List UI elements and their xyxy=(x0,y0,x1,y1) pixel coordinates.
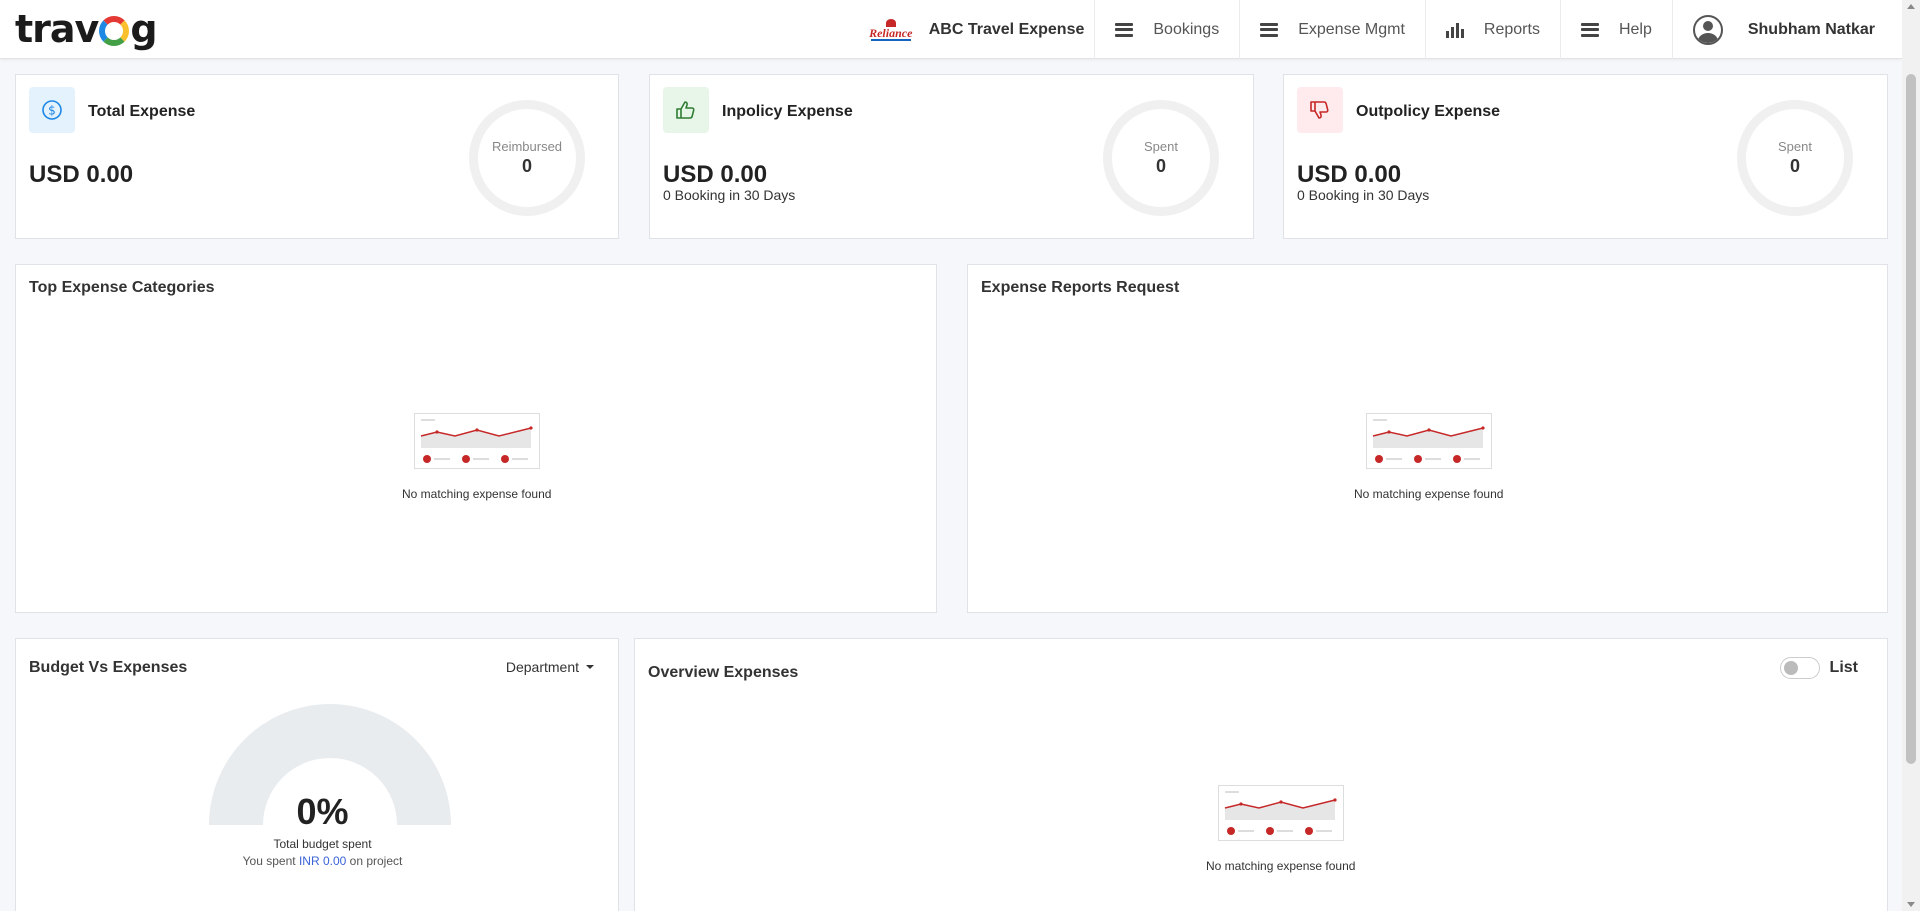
user-name: Shubham Natkar xyxy=(1747,20,1875,38)
empty-message: No matching expense found xyxy=(1206,859,1356,873)
top-expense-categories-panel: Top Expense Categories No matching expen… xyxy=(15,264,937,613)
budget-percent: 0% xyxy=(296,791,349,832)
menu-icon xyxy=(1260,22,1279,37)
svg-text:$: $ xyxy=(48,104,56,118)
user-avatar-icon xyxy=(1692,14,1723,45)
ring-label: Reimbursed xyxy=(491,139,563,154)
empty-state: No matching expense found xyxy=(402,413,551,501)
empty-chart-illustration xyxy=(1217,785,1344,841)
user-menu[interactable]: Shubham Natkar xyxy=(1671,0,1902,59)
thumbs-up-icon xyxy=(663,87,709,133)
empty-state: No matching expense found xyxy=(1354,413,1503,501)
stat-title: Outpolicy Expense xyxy=(1356,103,1501,120)
stat-subtext: 0 Booking in 30 Days xyxy=(1297,187,1430,203)
scroll-up-arrow-icon[interactable] xyxy=(1907,4,1915,9)
scroll-down-arrow-icon[interactable] xyxy=(1907,902,1915,907)
panel-title: Overview Expenses xyxy=(648,664,799,681)
stat-title: Total Expense xyxy=(88,103,196,120)
top-header: trav g Reliance ABC Travel Expense Bookin… xyxy=(0,0,1902,59)
empty-message: No matching expense found xyxy=(1354,487,1504,501)
toggle-label: List xyxy=(1829,659,1858,676)
stat-amount: USD 0.00 xyxy=(663,161,768,188)
nav-reports-label: Reports xyxy=(1483,20,1540,38)
department-dropdown-label: Department xyxy=(505,659,579,675)
nav-help[interactable]: Help xyxy=(1559,0,1672,59)
nav-reports[interactable]: Reports xyxy=(1424,0,1560,59)
ring-label: Spent xyxy=(1144,139,1178,154)
page-scrollbar[interactable] xyxy=(1902,0,1920,911)
scrollbar-thumb[interactable] xyxy=(1906,74,1916,764)
panel-title: Budget Vs Expenses xyxy=(29,659,188,676)
travog-logo[interactable]: trav g xyxy=(15,6,158,52)
nav-bookings-label: Bookings xyxy=(1153,20,1220,38)
company-logo: Reliance xyxy=(869,18,913,42)
ring-value: 0 xyxy=(1789,156,1800,176)
overview-expenses-panel: Overview Expenses List No matching expen… xyxy=(634,638,1888,911)
stat-amount: USD 0.00 xyxy=(1297,161,1402,188)
company-selector[interactable]: Reliance ABC Travel Expense xyxy=(869,0,1095,59)
ring-label: Spent xyxy=(1778,139,1812,154)
logo-ring-icon xyxy=(99,16,130,46)
stat-amount: USD 0.00 xyxy=(29,161,134,188)
inpolicy-expense-card: Inpolicy Expense USD 0.00 0 Booking in 3… xyxy=(649,74,1254,239)
nav-expense-mgmt-label: Expense Mgmt xyxy=(1298,20,1405,38)
spent-prefix: You spent xyxy=(242,854,296,868)
ring-value: 0 xyxy=(1155,156,1166,176)
spent-suffix: on project xyxy=(349,854,403,868)
bar-chart-icon xyxy=(1445,22,1464,38)
company-name: ABC Travel Expense xyxy=(928,20,1085,38)
panel-title: Top Expense Categories xyxy=(29,279,215,296)
reimbursed-ring: Reimbursed 0 xyxy=(469,100,585,216)
menu-icon xyxy=(1580,22,1599,37)
budget-vs-expenses-panel: Budget Vs Expenses Department 0% Total b… xyxy=(15,638,619,911)
department-dropdown[interactable]: Department xyxy=(506,659,594,675)
outpolicy-expense-card: Outpolicy Expense USD 0.00 0 Booking in … xyxy=(1283,74,1888,239)
thumbs-down-icon xyxy=(1297,87,1343,133)
logo-text-end: g xyxy=(130,7,157,51)
company-logo-text: Reliance xyxy=(869,25,913,40)
main-nav: Reliance ABC Travel Expense Bookings Exp… xyxy=(869,0,1902,59)
spent-ring: Spent 0 xyxy=(1103,100,1219,216)
logo-text-start: trav xyxy=(15,7,99,51)
dollar-icon: $ xyxy=(29,87,75,133)
budget-label: Total budget spent xyxy=(273,837,372,851)
ring-value: 0 xyxy=(521,156,532,176)
list-toggle[interactable]: List xyxy=(1779,657,1858,679)
nav-bookings[interactable]: Bookings xyxy=(1094,0,1239,59)
spent-ring: Spent 0 xyxy=(1737,100,1853,216)
menu-icon xyxy=(1115,22,1134,37)
empty-state: No matching expense found xyxy=(1206,785,1355,873)
empty-message: No matching expense found xyxy=(402,487,552,501)
empty-chart-illustration xyxy=(413,413,540,469)
budget-spent-text: You spent INR 0.00 on project xyxy=(16,854,629,868)
caret-down-icon xyxy=(586,665,594,669)
expense-reports-request-panel: Expense Reports Request No matching expe… xyxy=(967,264,1888,613)
toggle-switch[interactable] xyxy=(1779,657,1820,679)
stat-title: Inpolicy Expense xyxy=(722,103,853,120)
nav-expense-mgmt[interactable]: Expense Mgmt xyxy=(1239,0,1425,59)
nav-help-label: Help xyxy=(1618,20,1652,38)
stat-subtext: 0 Booking in 30 Days xyxy=(663,187,796,203)
spent-amount: INR 0.00 xyxy=(298,854,347,868)
empty-chart-illustration xyxy=(1365,413,1492,469)
panel-title: Expense Reports Request xyxy=(981,279,1180,296)
total-expense-card: $ Total Expense USD 0.00 Reimbursed 0 xyxy=(15,74,619,239)
